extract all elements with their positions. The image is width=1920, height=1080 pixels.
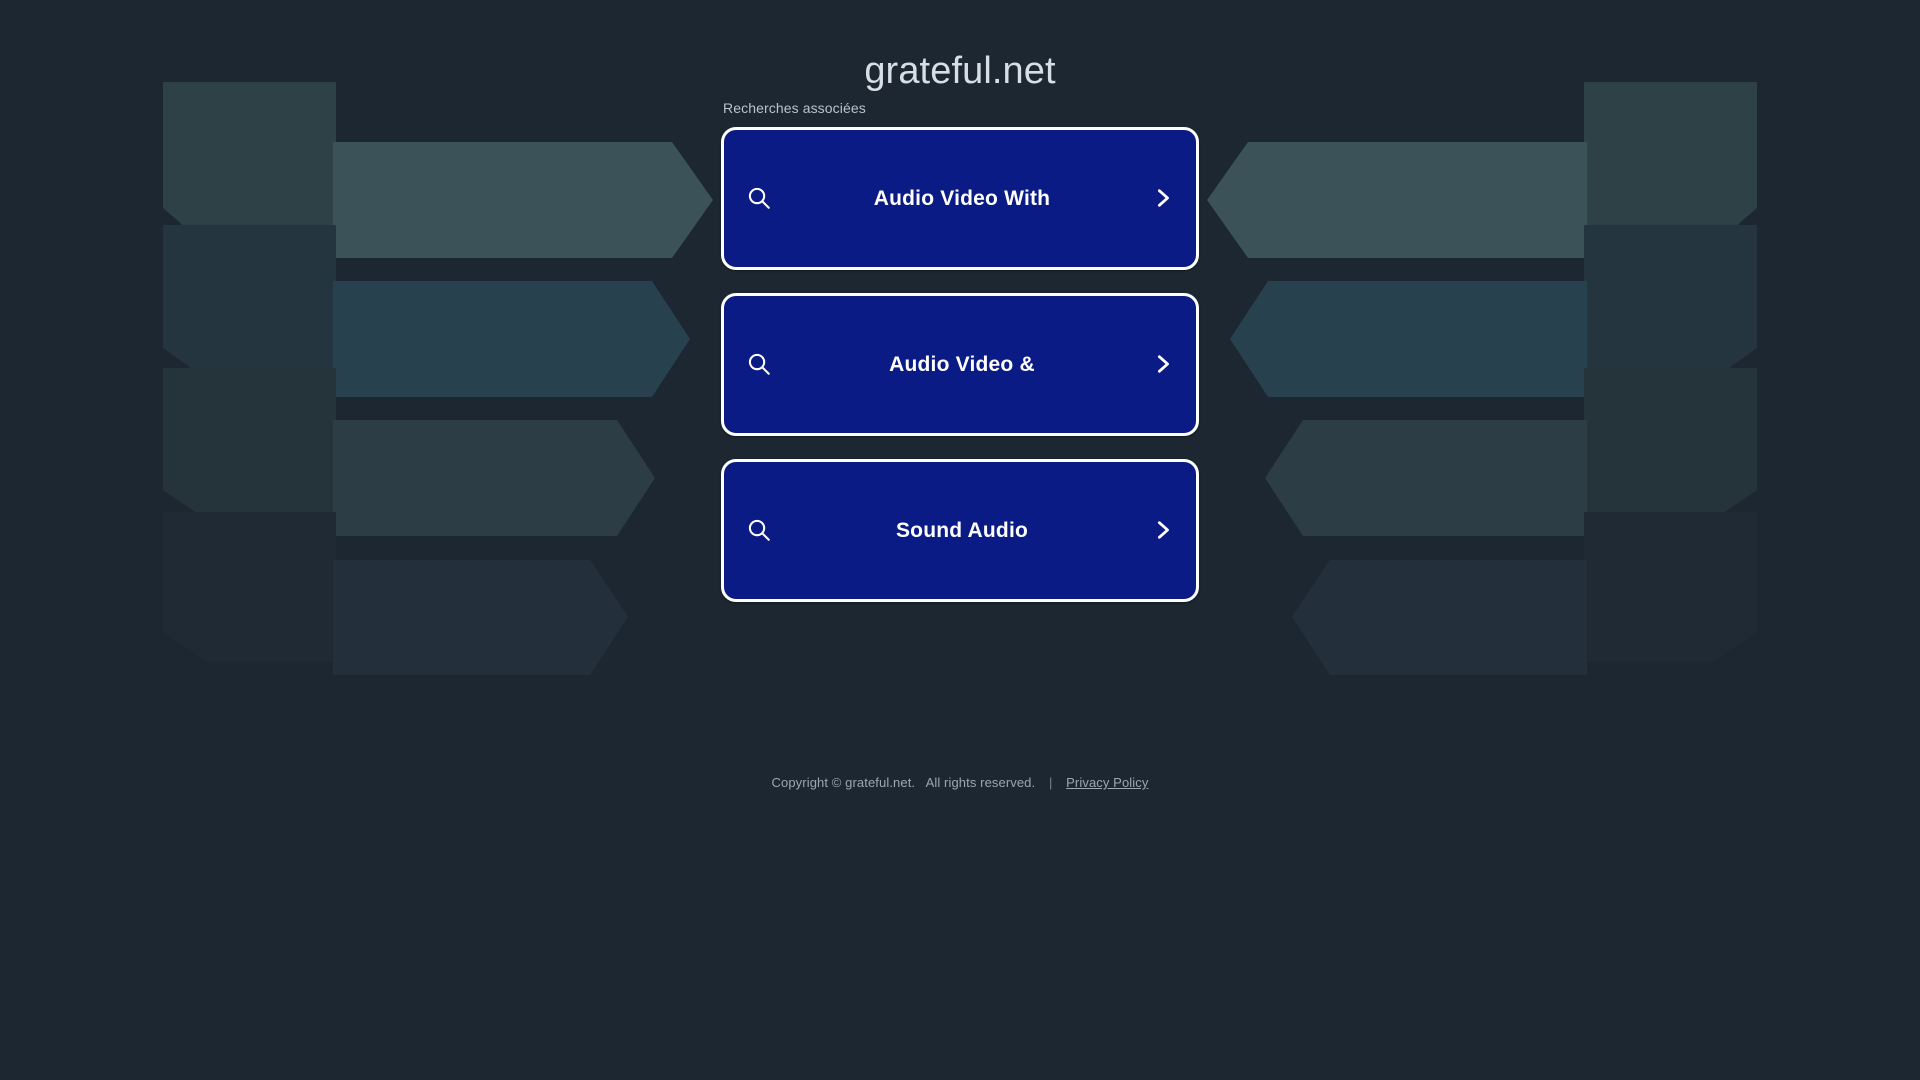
- related-searches-section: Recherches associées Audio Video With Au…: [721, 100, 1199, 602]
- search-icon: [748, 188, 770, 210]
- privacy-policy-link[interactable]: Privacy Policy: [1066, 775, 1148, 790]
- footer-separator: |: [1048, 775, 1053, 790]
- related-search-label: Sound Audio: [895, 518, 1029, 542]
- related-searches-list: Audio Video With Audio Video & Sound Aud…: [721, 126, 1199, 602]
- search-icon: [748, 354, 770, 376]
- related-search-button-2[interactable]: Audio Video &: [721, 292, 1199, 436]
- footer-copyright: Copyright © grateful.net.: [771, 775, 916, 790]
- chevron-right-icon: [1157, 189, 1169, 208]
- related-search-button-3[interactable]: Sound Audio: [721, 458, 1199, 602]
- related-search-label: Audio Video &: [889, 352, 1035, 376]
- footer-rights: All rights reserved.: [925, 775, 1036, 790]
- footer: Copyright © grateful.net. All rights res…: [0, 775, 1920, 792]
- chevron-right-icon: [1157, 521, 1169, 540]
- page-root: grateful.net Recherches associées Audio …: [0, 0, 1920, 1080]
- related-search-button-1[interactable]: Audio Video With: [721, 126, 1199, 270]
- page-title: grateful.net: [864, 50, 1056, 93]
- related-search-label: Audio Video With: [873, 186, 1051, 210]
- chevron-right-icon: [1157, 355, 1169, 374]
- related-searches-label: Recherches associées: [723, 100, 866, 116]
- search-icon: [748, 520, 770, 542]
